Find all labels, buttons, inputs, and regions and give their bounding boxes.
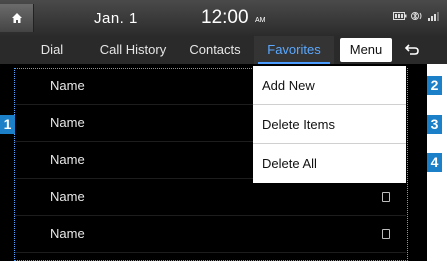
date-display: Jan. 1 (94, 10, 138, 27)
home-icon (11, 13, 22, 23)
phone-screen: Jan. 1 12:00 AM Dial Call History Contac… (0, 0, 447, 261)
status-icons (393, 11, 439, 21)
tab-bar: Dial Call History Contacts Favorites Men… (0, 36, 447, 64)
contact-name: Name (50, 115, 85, 130)
tab-dial[interactable]: Dial (20, 36, 84, 64)
list-item[interactable]: Name (14, 216, 406, 253)
menu-item-add-new[interactable]: Add New (253, 66, 406, 105)
battery-icon (393, 12, 407, 20)
callout-1: 1 (0, 115, 15, 134)
back-button[interactable] (397, 36, 427, 64)
tab-favorites[interactable]: Favorites (254, 36, 334, 64)
callout-4: 4 (427, 153, 442, 172)
contact-name: Name (50, 189, 85, 204)
signal-icon (428, 12, 439, 21)
home-button[interactable] (0, 4, 34, 32)
ampm-indicator: AM (255, 17, 266, 24)
phone-type-icon (382, 229, 390, 239)
status-bar: Jan. 1 12:00 AM (0, 0, 447, 36)
callout-3: 3 (427, 115, 442, 134)
menu-item-delete-items[interactable]: Delete Items (253, 105, 406, 144)
phone-type-icon (382, 192, 390, 202)
bluetooth-phone-icon (411, 12, 422, 20)
tab-contacts[interactable]: Contacts (180, 36, 250, 64)
menu-item-delete-all[interactable]: Delete All (253, 144, 406, 183)
callout-2: 2 (427, 76, 442, 95)
menu-button[interactable]: Menu (340, 38, 392, 62)
tab-call-history[interactable]: Call History (90, 36, 176, 64)
back-arrow-icon (404, 44, 419, 55)
contact-name: Name (50, 152, 85, 167)
menu-dropdown: Add New Delete Items Delete All (253, 66, 406, 183)
clock-display: 12:00 (201, 7, 249, 28)
contact-name: Name (50, 226, 85, 241)
list-item[interactable]: Name (14, 179, 406, 216)
contact-name: Name (50, 78, 85, 93)
